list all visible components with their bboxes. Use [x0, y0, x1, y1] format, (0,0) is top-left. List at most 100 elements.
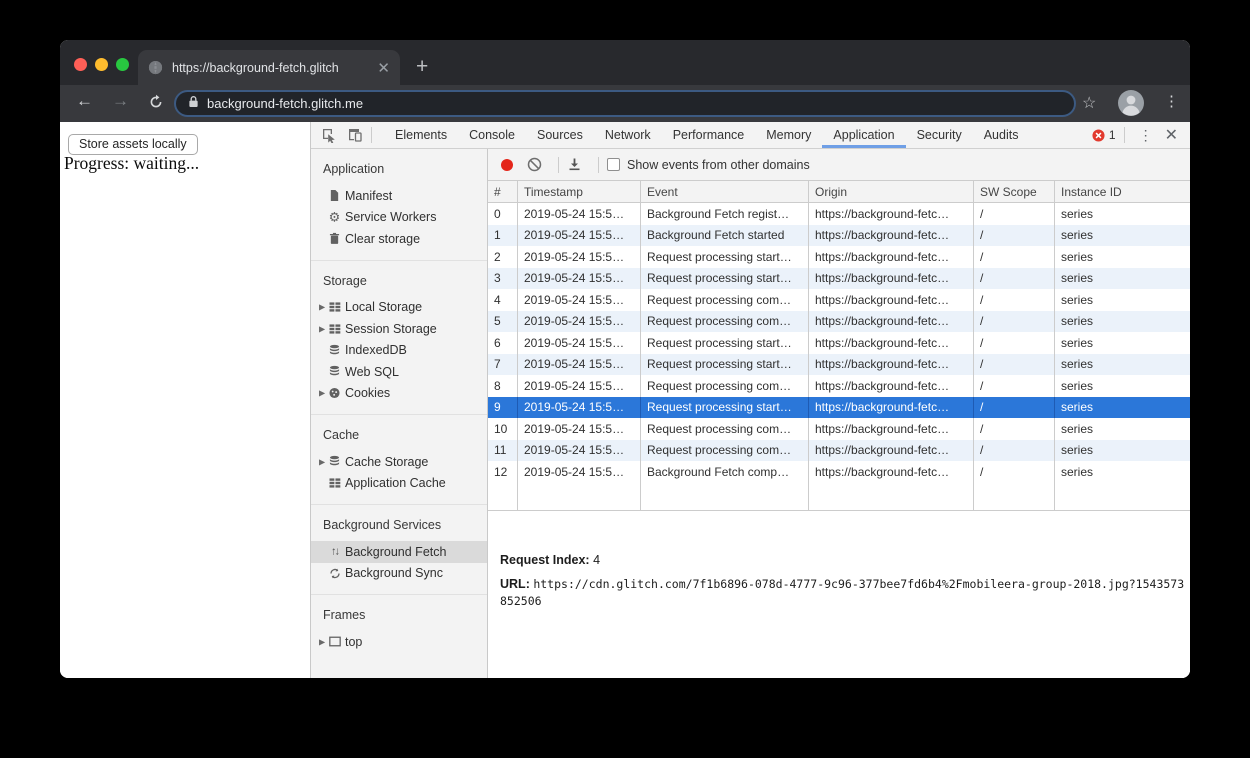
event-row-7[interactable]: 7 2019-05-24 15:5… Request processing star… [488, 353, 1190, 375]
expander-triangle-icon[interactable]: ▶ [319, 389, 325, 398]
sidebar-item-indexeddb[interactable]: IndexedDB [311, 340, 487, 362]
bookmark-star-icon[interactable]: ☆ [1082, 93, 1096, 113]
devtools-tab-sources[interactable]: Sources [526, 122, 594, 148]
devtools-close-icon[interactable]: ✕ [1165, 125, 1178, 145]
cell-sw-scope: / [974, 353, 1055, 375]
cell-timestamp: 2019-05-24 15:5… [518, 332, 641, 354]
event-row-2[interactable]: 2 2019-05-24 15:5… Request processing star… [488, 246, 1190, 268]
event-row-0[interactable]: 0 2019-05-24 15:5… Background Fetch regist… [488, 203, 1190, 225]
filler-cell [809, 482, 974, 510]
column-header-instance-id: Instance ID [1061, 184, 1122, 199]
cell-sw-scope: / [974, 461, 1055, 483]
event-row-11[interactable]: 11 2019-05-24 15:5… Request processing com… [488, 439, 1190, 461]
zoom-window-button[interactable] [116, 58, 129, 71]
cell-event: Request processing start… [641, 396, 809, 418]
devtools-tab-console[interactable]: Console [458, 122, 526, 148]
cell-origin: https://background-fetc… [809, 203, 974, 225]
devtools-tab-memory[interactable]: Memory [755, 122, 822, 148]
frame-icon [328, 635, 341, 648]
cell-timestamp: 2019-05-24 15:5… [518, 246, 641, 268]
browser-menu-kebab-icon[interactable]: ⋮ [1164, 92, 1179, 110]
sidebar-item-service-workers[interactable]: ⚙ Service Workers [311, 207, 487, 229]
save-download-icon[interactable] [567, 157, 582, 172]
event-row-10[interactable]: 10 2019-05-24 15:5… Request processing com… [488, 418, 1190, 440]
event-row-9[interactable]: 9 2019-05-24 15:5… Request processing star… [488, 396, 1190, 418]
url-text[interactable]: background-fetch.glitch.me [207, 96, 363, 111]
event-row-8[interactable]: 8 2019-05-24 15:5… Request processing com…… [488, 375, 1190, 397]
expander-triangle-icon[interactable]: ▶ [319, 324, 325, 333]
cell-: 3 [488, 267, 518, 289]
sidebar-item-web-sql[interactable]: Web SQL [311, 361, 487, 383]
clear-icon[interactable] [527, 157, 542, 172]
profile-avatar[interactable] [1118, 90, 1144, 116]
device-toolbar-icon[interactable] [347, 127, 363, 143]
reload-icon[interactable] [148, 94, 164, 115]
cell-instance-id: series [1061, 249, 1094, 264]
address-bar[interactable]: background-fetch.glitch.me [174, 90, 1076, 117]
event-row-12[interactable]: 12 2019-05-24 15:5… Background Fetch comp…… [488, 461, 1190, 483]
event-row-3[interactable]: 3 2019-05-24 15:5… Request processing star… [488, 267, 1190, 289]
events-grid: # Timestamp Event Origin SW Scope Instance ID… [488, 181, 1190, 511]
url-value: https://cdn.glitch.com/7f1b6896-078d-477… [500, 577, 1185, 608]
event-row-4[interactable]: 4 2019-05-24 15:5… Request processing com…… [488, 289, 1190, 311]
sidebar-item-application-cache[interactable]: Application Cache [311, 473, 487, 495]
sidebar-item-cookies[interactable]: ▶ Cookies [311, 383, 487, 405]
store-assets-button[interactable]: Store assets locally [68, 134, 198, 155]
inspect-element-icon[interactable] [321, 127, 337, 144]
request-index-label: Request Index: [500, 553, 594, 567]
expander-triangle-icon[interactable]: ▶ [319, 303, 325, 312]
favicon-globe-icon [148, 60, 163, 75]
expander-triangle-icon[interactable]: ▶ [319, 457, 325, 466]
tab-close-icon[interactable]: ✕ [377, 59, 390, 77]
sidebar-item-top[interactable]: ▶ top [311, 631, 487, 653]
cell-instance-id: series [1061, 314, 1094, 329]
sidebar-section-header: Background Services [323, 518, 442, 532]
lock-icon[interactable] [188, 95, 199, 113]
cell-event: Background Fetch comp… [641, 461, 809, 483]
devtools-tab-application[interactable]: Application [822, 122, 905, 148]
event-row-6[interactable]: 6 2019-05-24 15:5… Request processing star… [488, 332, 1190, 354]
devtools-tab-network[interactable]: Network [594, 122, 662, 148]
sidebar-item-cache-storage[interactable]: ▶ Cache Storage [311, 451, 487, 473]
new-tab-button[interactable]: + [416, 50, 428, 83]
manifest-document-icon [328, 189, 341, 202]
devtools-tab-security[interactable]: Security [906, 122, 973, 148]
sidebar-section-storage: Storage ▶ Local Storage ▶ Session Storage Ind… [311, 261, 487, 415]
database-icon [328, 365, 341, 378]
cell-sw-scope: / [974, 418, 1055, 440]
cell-timestamp: 2019-05-24 15:5… [518, 203, 641, 225]
event-row-1[interactable]: 1 2019-05-24 15:5… Background Fetch starte… [488, 224, 1190, 246]
sidebar-section-background-services: Background Services ↑↓ Background Fetch Bac… [311, 505, 487, 595]
sidebar-item-background-sync[interactable]: Background Sync [311, 563, 487, 585]
devtools-tab-performance[interactable]: Performance [662, 122, 756, 148]
sidebar-item-clear-storage[interactable]: Clear storage [311, 228, 487, 250]
sidebar-item-label: Cache Storage [345, 454, 429, 469]
back-icon[interactable]: ← [76, 91, 93, 111]
sidebar-item-session-storage[interactable]: ▶ Session Storage [311, 318, 487, 340]
minimize-window-button[interactable] [95, 58, 108, 71]
sidebar-item-label: Manifest [345, 188, 393, 203]
close-window-button[interactable] [74, 58, 87, 71]
sidebar-item-manifest[interactable]: Manifest [311, 185, 487, 207]
cell-instance-id: series [1061, 400, 1094, 415]
cell-sw-scope: / [974, 224, 1055, 246]
cell-origin: https://background-fetc… [809, 289, 974, 311]
cell-timestamp: 2019-05-24 15:5… [518, 353, 641, 375]
show-events-label: Show events from other domains [627, 157, 810, 172]
storage-grid-icon [328, 477, 341, 490]
devtools-tab-elements[interactable]: Elements [384, 122, 458, 148]
browser-tab[interactable]: https://background-fetch.glitch ✕ [138, 50, 400, 85]
devtools-tab-audits[interactable]: Audits [973, 122, 1030, 148]
sidebar-item-label: IndexedDB [345, 343, 407, 358]
error-badge[interactable]: 1 [1092, 128, 1116, 142]
forward-icon[interactable]: → [112, 91, 129, 111]
error-count: 1 [1108, 128, 1116, 142]
event-row-5[interactable]: 5 2019-05-24 15:5… Request processing com…… [488, 310, 1190, 332]
sidebar-item-background-fetch[interactable]: ↑↓ Background Fetch [311, 541, 487, 563]
sidebar-item-local-storage[interactable]: ▶ Local Storage [311, 297, 487, 319]
show-events-checkbox[interactable] [607, 158, 620, 171]
record-button[interactable] [501, 158, 513, 171]
cell-origin: https://background-fetc… [809, 375, 974, 397]
expander-triangle-icon[interactable]: ▶ [319, 637, 325, 646]
devtools-menu-kebab-icon[interactable]: ⋮ [1139, 127, 1153, 144]
